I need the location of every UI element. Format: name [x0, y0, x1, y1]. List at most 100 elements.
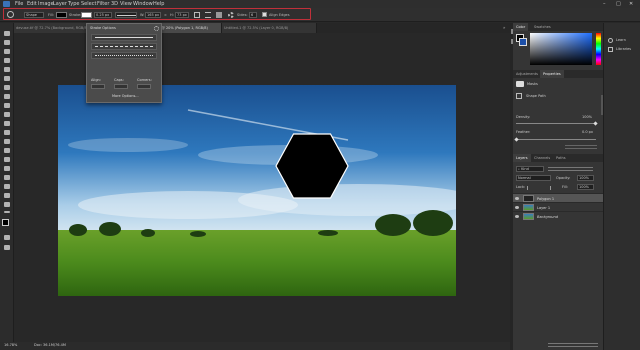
density-slider[interactable] [516, 121, 598, 126]
foreground-color-swatch[interactable] [2, 219, 9, 226]
layer-row-background[interactable]: Background [513, 211, 603, 220]
density-value[interactable]: 100% [582, 115, 592, 120]
quick-select-tool-icon[interactable] [4, 58, 10, 63]
more-options-button[interactable]: More Options... [112, 94, 139, 99]
fill-input[interactable]: 100% [577, 184, 594, 190]
close-icon[interactable]: ✕ [629, 1, 633, 7]
libraries-label[interactable]: Libraries [616, 47, 631, 52]
mode-select[interactable]: Shape [24, 12, 44, 18]
align-edges-checkbox[interactable] [262, 12, 267, 17]
color-bg-swatch[interactable] [519, 38, 527, 46]
caps-select[interactable] [114, 84, 128, 89]
healing-tool-icon[interactable] [4, 85, 10, 90]
menu-image[interactable]: Image [38, 1, 54, 7]
feather-value[interactable]: 0.0 px [582, 130, 593, 135]
stamp-tool-icon[interactable] [4, 103, 10, 108]
stroke-width-input[interactable]: 0.25 px [94, 12, 112, 18]
menu-type[interactable]: Type [68, 1, 79, 7]
layer-filter-icons[interactable] [548, 167, 593, 171]
eyedropper-tool-icon[interactable] [4, 76, 10, 81]
type-tool-icon[interactable] [4, 166, 10, 171]
eraser-tool-icon[interactable] [4, 121, 10, 126]
corners-select[interactable] [137, 84, 151, 89]
tab-channels[interactable]: Channels [531, 154, 553, 162]
minimize-icon[interactable]: – [603, 1, 606, 7]
learn-label[interactable]: Learn [616, 38, 626, 43]
zoom-tool-icon[interactable] [4, 202, 10, 207]
more-tools-icon[interactable] [4, 211, 10, 213]
menu-3d[interactable]: 3D [111, 1, 118, 7]
layers-bottom-buttons[interactable] [548, 343, 598, 347]
hand-tool-icon[interactable] [4, 193, 10, 198]
stroke-style-dotted[interactable] [91, 52, 157, 59]
opacity-input[interactable]: 100% [577, 175, 594, 181]
tab-layers[interactable]: Layers [513, 154, 531, 162]
tab-swatches[interactable]: Swatches [531, 23, 554, 31]
polygon-shape-hexagon[interactable] [275, 133, 349, 199]
sides-input[interactable]: 6 [249, 12, 257, 18]
visibility-eye-icon[interactable] [515, 206, 519, 209]
lasso-tool-icon[interactable] [4, 49, 10, 54]
hue-slider[interactable] [596, 33, 601, 65]
path-align-icon[interactable] [205, 12, 211, 18]
menu-window[interactable]: Window [133, 1, 153, 7]
brush-tool-icon[interactable] [4, 94, 10, 99]
path-arrange-icon[interactable] [216, 12, 222, 18]
learn-icon[interactable] [608, 38, 613, 43]
feather-slider[interactable] [514, 137, 596, 142]
pen-tool-icon[interactable] [4, 157, 10, 162]
menu-edit[interactable]: Edit [27, 1, 37, 7]
history-brush-tool-icon[interactable] [4, 112, 10, 117]
document-tab[interactable]: devuse.tif @ 72.7% (Background, RGB/8) [14, 23, 94, 33]
tab-paths[interactable]: Paths [553, 154, 569, 162]
blur-tool-icon[interactable] [4, 139, 10, 144]
blend-mode-select[interactable]: Normal [516, 175, 551, 181]
height-input[interactable]: 73 px [175, 12, 189, 18]
mask-buttons[interactable] [565, 145, 597, 149]
libraries-icon[interactable] [608, 47, 613, 52]
lock-buttons[interactable] [527, 186, 551, 190]
layer-filter-select[interactable]: ⌕ Kind [516, 166, 544, 172]
tab-overflow-icon[interactable]: » [503, 26, 505, 30]
stroke-style-solid[interactable] [91, 34, 157, 41]
visibility-eye-icon[interactable] [515, 197, 519, 200]
polygon-tool-icon[interactable] [7, 11, 14, 18]
shape-tool-icon[interactable] [4, 184, 10, 189]
align-select[interactable] [91, 84, 105, 89]
zoom-level[interactable]: 16.78% [4, 343, 17, 348]
marquee-tool-icon[interactable] [4, 40, 10, 45]
path-ops-icon[interactable] [194, 12, 200, 18]
document-tab-active[interactable]: 1 @ 20% (Polygon 1, RGB/8) [156, 23, 222, 33]
layer-row-polygon-1[interactable]: Polygon 1 [513, 193, 603, 202]
move-tool-icon[interactable] [4, 31, 10, 36]
document-canvas-image[interactable] [58, 85, 456, 296]
link-icon[interactable]: ∞ [164, 13, 167, 17]
tab-color[interactable]: Color [513, 23, 529, 31]
stroke-type-select[interactable] [115, 12, 137, 18]
gradient-tool-icon[interactable] [4, 130, 10, 135]
menu-file[interactable]: File [15, 1, 23, 7]
screen-mode-icon[interactable] [4, 245, 10, 250]
stroke-options-gear-icon[interactable] [154, 26, 159, 31]
menu-help[interactable]: Help [153, 1, 164, 7]
quick-mask-icon[interactable] [4, 235, 10, 240]
stroke-style-dashed[interactable] [91, 43, 157, 50]
document-tab[interactable]: Untitled-1 @ 72.5% (Layer 0, RGB/8) [222, 23, 317, 33]
maximize-icon[interactable]: □ [616, 1, 621, 7]
menu-select[interactable]: Select [81, 1, 96, 7]
menu-filter[interactable]: Filter [97, 1, 109, 7]
visibility-eye-icon[interactable] [515, 215, 519, 218]
tab-properties[interactable]: Properties [540, 70, 564, 78]
width-input[interactable]: 165 px [145, 12, 161, 18]
menu-view[interactable]: View [120, 1, 132, 7]
stroke-swatch[interactable] [81, 12, 92, 18]
tab-adjustments[interactable]: Adjustments [513, 70, 541, 78]
path-select-tool-icon[interactable] [4, 175, 10, 180]
layer-row-layer-1[interactable]: Layer 1 [513, 202, 603, 211]
color-field[interactable] [530, 33, 592, 65]
menu-layer[interactable]: Layer [53, 1, 67, 7]
crop-tool-icon[interactable] [4, 67, 10, 72]
gear-icon[interactable] [228, 12, 234, 18]
fill-swatch[interactable] [56, 12, 67, 18]
dodge-tool-icon[interactable] [4, 148, 10, 153]
